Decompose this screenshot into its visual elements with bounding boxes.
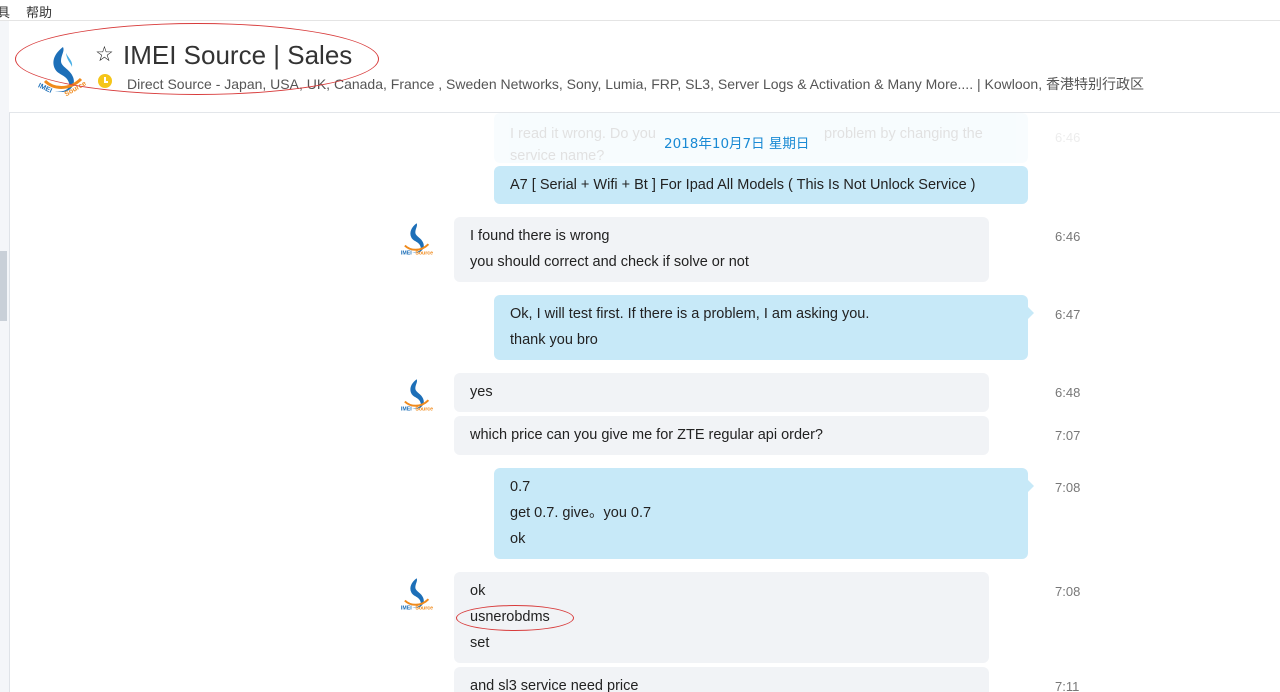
avatar[interactable]: IMEI Source [397,573,435,611]
conversation-header: IMEI Source ☆ IMEI Source | Sales Direct… [9,21,1280,113]
message-line: and sl3 service need price [470,678,639,692]
sidebar-scrollbar-thumb[interactable] [0,251,7,321]
message-line: A7 [ Serial + Wifi + Bt ] For Ipad All M… [510,177,976,193]
message-line: which price can you give me for ZTE regu… [470,427,823,443]
svg-text:IMEI: IMEI [401,407,412,412]
message-line: set [470,635,490,651]
message-bubble-outgoing[interactable]: A7 [ Serial + Wifi + Bt ] For Ipad All M… [494,166,1028,204]
message-line: ok [510,531,526,547]
message-line: I found there is wrong [470,228,610,244]
svg-text:Source: Source [415,606,433,611]
message-line: problem by changing the [824,126,983,142]
avatar[interactable]: IMEI Source [397,218,435,256]
message-time: 7:08 [1055,480,1081,495]
message-bubble-incoming[interactable]: which price can you give me for ZTE regu… [454,416,989,455]
message-line: you should correct and check if solve or… [470,254,749,270]
message-line: yes [470,384,493,400]
message-line: Ok, I will test first. If there is a pro… [510,306,870,322]
date-banner: 2018年10月7日 星期日 [664,136,810,152]
message-time: 6:46 [1055,229,1081,244]
avatar[interactable]: IMEI Source [397,374,435,412]
message-time: 6:46 [1055,130,1081,145]
message-time: 6:47 [1055,307,1081,322]
message-time: 7:08 [1055,584,1081,599]
svg-text:IMEI: IMEI [401,251,412,256]
message-time: 7:11 [1055,679,1080,692]
message-bubble-incoming[interactable]: yes [454,373,989,412]
message-time: 7:07 [1055,428,1081,443]
sidebar-edge [0,21,10,692]
menu-item-help[interactable]: 帮助 [26,2,52,21]
menu-item-tools[interactable]: 具 [0,2,10,21]
word-annotation-circle [456,605,574,631]
message-line: thank you bro [510,332,598,348]
svg-text:Source: Source [415,407,433,412]
title-annotation-circle [15,23,379,95]
message-list[interactable]: I read it wrong. Do you service name? pr… [10,113,1280,692]
message-bubble-outgoing[interactable]: Ok, I will test first. If there is a pro… [494,295,1034,360]
svg-text:Source: Source [415,251,433,256]
menu-bar: 具 帮助 [0,0,1280,21]
message-bubble-outgoing[interactable]: 0.7 get 0.7. give。you 0.7 ok [494,468,1034,559]
message-line: get 0.7. give。you 0.7 [510,505,652,521]
message-time: 6:48 [1055,385,1081,400]
message-line: 0.7 [510,479,531,495]
message-bubble-incoming[interactable]: and sl3 service need price [454,667,989,692]
message-bubble-incoming[interactable]: I found there is wrong you should correc… [454,217,989,282]
svg-text:IMEI: IMEI [401,606,412,611]
message-line: ok [470,583,486,599]
